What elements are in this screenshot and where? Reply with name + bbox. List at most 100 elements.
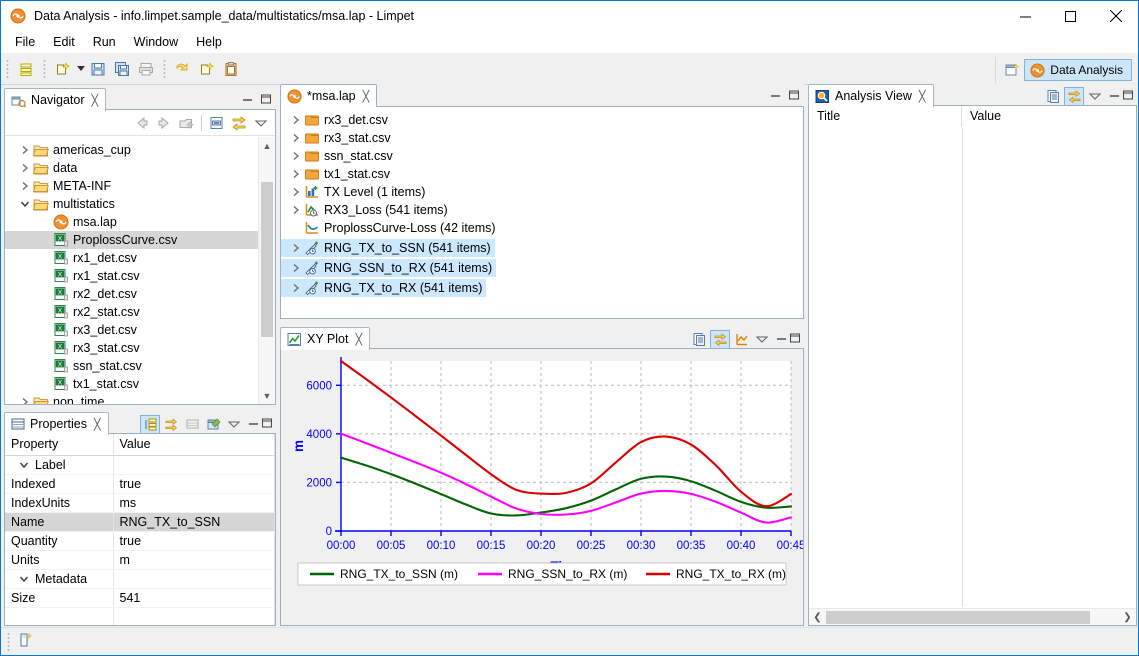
chevron-right-icon[interactable] (288, 201, 304, 219)
editor-item-tx-level-1-items-[interactable]: TX Level (1 items) (281, 183, 803, 201)
navigator-item-rx3-stat-csv[interactable]: Xrx3_stat.csv (5, 339, 258, 357)
property-value[interactable]: true (113, 531, 275, 551)
tab-properties[interactable]: Properties ╳ (4, 412, 109, 435)
tab-xy-plot[interactable]: XY Plot ╳ (280, 327, 371, 350)
chevron-right-icon[interactable] (288, 239, 304, 257)
collapse-all-icon[interactable] (207, 113, 227, 132)
chevron-right-icon[interactable] (17, 141, 33, 159)
property-value[interactable]: m (113, 550, 275, 570)
scroll-left-icon[interactable]: ❮ (809, 612, 826, 623)
new-dropdown-arrow[interactable] (75, 57, 86, 81)
chevron-right-icon[interactable] (288, 183, 304, 201)
menu-edit[interactable]: Edit (44, 33, 84, 51)
editor-item-rng-ssn-to-rx-541-items-[interactable]: RNG_SSN_to_RX (541 items) (281, 259, 497, 277)
navigator-item-msa-lap[interactable]: msa.lap (5, 213, 258, 231)
property-value[interactable]: RNG_TX_to_SSN (113, 512, 275, 532)
navigator-item-tx1-stat-csv[interactable]: Xtx1_stat.csv (5, 375, 258, 393)
view-menu-icon[interactable] (752, 330, 772, 349)
properties-row[interactable]: Size 541 (5, 588, 275, 608)
progress-icon[interactable] (17, 632, 33, 651)
close-button[interactable] (1093, 1, 1138, 31)
chevron-down-icon[interactable] (17, 456, 31, 474)
toolbar-grip-2[interactable] (43, 58, 46, 79)
scroll-up-icon[interactable]: ▲ (259, 137, 275, 154)
maximize-icon[interactable] (789, 332, 801, 347)
editor-item-rx3-loss-541-items-[interactable]: RX3_Loss (541 items) (281, 201, 803, 219)
close-icon[interactable]: ╳ (363, 90, 370, 103)
navigator-item-rx2-det-csv[interactable]: Xrx2_det.csv (5, 285, 258, 303)
navigator-item-non-time[interactable]: non_time (5, 393, 258, 404)
column-header-value[interactable]: Value (962, 106, 1001, 127)
column-header-property[interactable]: Property (5, 434, 114, 456)
chevron-right-icon[interactable] (17, 393, 33, 404)
navigator-item-proplosscurve-csv[interactable]: X ProplossCurve.csv (5, 231, 258, 249)
properties-table[interactable]: Property Value Label Indexed true IndexUnits m… (5, 434, 275, 625)
navigator-vertical-scrollbar[interactable]: ▲ ▼ (258, 137, 275, 404)
menu-help[interactable]: Help (187, 33, 231, 51)
scroll-right-icon[interactable]: ❯ (1119, 612, 1136, 623)
copy-to-clipboard-icon[interactable] (1043, 87, 1063, 106)
chevron-right-icon[interactable] (288, 129, 304, 147)
maximize-icon[interactable] (1122, 89, 1134, 104)
minimize-button[interactable] (1003, 1, 1048, 31)
navigator-item-rx1-stat-csv[interactable]: Xrx1_stat.csv (5, 267, 258, 285)
link-with-selection-icon[interactable] (710, 329, 730, 349)
list-view-icon[interactable] (14, 57, 38, 81)
menu-window[interactable]: Window (125, 33, 187, 51)
property-value[interactable] (113, 569, 275, 589)
column-header-title[interactable]: Title (809, 106, 962, 127)
open-perspective-icon[interactable] (1000, 58, 1024, 82)
editor-item-rng-tx-to-rx-541-items-[interactable]: RNG_TX_to_RX (541 items) (281, 279, 487, 297)
navigator-tree[interactable]: americas_cup data META-INF multistatics msa.… (5, 137, 258, 404)
chevron-right-icon[interactable] (288, 165, 304, 183)
column-header-value[interactable]: Value (113, 434, 275, 456)
chevron-right-icon[interactable] (288, 279, 304, 297)
analysis-horizontal-scrollbar[interactable]: ❮ ❯ (809, 608, 1136, 625)
navigator-item-data[interactable]: data (5, 159, 258, 177)
scrollbar-thumb[interactable] (261, 182, 273, 337)
tab-msa-lap[interactable]: *msa.lap ╳ (280, 84, 378, 107)
minimize-icon[interactable] (776, 332, 788, 347)
property-value[interactable]: ms (113, 493, 275, 513)
chevron-down-icon[interactable] (17, 195, 33, 213)
view-menu-icon[interactable] (251, 113, 271, 132)
editor-item-rng-tx-to-ssn-541-items-[interactable]: RNG_TX_to_SSN (541 items) (281, 239, 495, 257)
chevron-right-icon[interactable] (288, 259, 304, 277)
minimize-icon[interactable] (242, 93, 254, 108)
copy-to-clipboard-icon[interactable] (689, 330, 709, 349)
properties-row[interactable]: Quantity true (5, 531, 275, 551)
editor-item-ssn-stat-csv[interactable]: ssn_stat.csv (281, 147, 803, 165)
view-menu-icon[interactable] (224, 415, 244, 434)
save-icon[interactable] (86, 57, 110, 81)
navigator-item-rx3-det-csv[interactable]: Xrx3_det.csv (5, 321, 258, 339)
chevron-right-icon[interactable] (288, 111, 304, 129)
chevron-right-icon[interactable] (17, 159, 33, 177)
view-menu-icon[interactable] (1085, 87, 1105, 106)
show-advanced-icon[interactable] (161, 415, 181, 434)
chart-settings-icon[interactable] (731, 330, 751, 349)
close-icon[interactable]: ╳ (92, 94, 99, 107)
menu-run[interactable]: Run (84, 33, 125, 51)
menu-file[interactable]: File (6, 33, 44, 51)
maximize-icon[interactable] (261, 417, 273, 432)
editor-item-proplosscurve-loss-42-items-[interactable]: ProplossCurve-Loss (42 items) (281, 219, 803, 237)
pin-properties-icon[interactable] (203, 415, 223, 434)
minimize-icon[interactable] (1109, 89, 1121, 104)
navigator-item-meta-inf[interactable]: META-INF (5, 177, 258, 195)
property-value[interactable]: 541 (113, 588, 275, 608)
properties-row[interactable]: Indexed true (5, 474, 275, 494)
back-icon[interactable] (132, 113, 152, 132)
close-icon[interactable]: ╳ (355, 333, 362, 346)
navigator-item-ssn-stat-csv[interactable]: Xssn_stat.csv (5, 357, 258, 375)
maximize-icon[interactable] (260, 93, 272, 108)
run-icon[interactable] (171, 57, 195, 81)
save-all-icon[interactable] (110, 57, 134, 81)
maximize-button[interactable] (1048, 1, 1093, 31)
paste-icon[interactable] (219, 57, 243, 81)
navigator-item-americas-cup[interactable]: americas_cup (5, 141, 258, 159)
properties-row[interactable]: Metadata (5, 569, 275, 589)
navigator-item-rx2-stat-csv[interactable]: Xrx2_stat.csv (5, 303, 258, 321)
properties-row[interactable]: Label (5, 455, 275, 475)
navigator-item-rx1-det-csv[interactable]: Xrx1_det.csv (5, 249, 258, 267)
maximize-icon[interactable] (788, 89, 800, 104)
